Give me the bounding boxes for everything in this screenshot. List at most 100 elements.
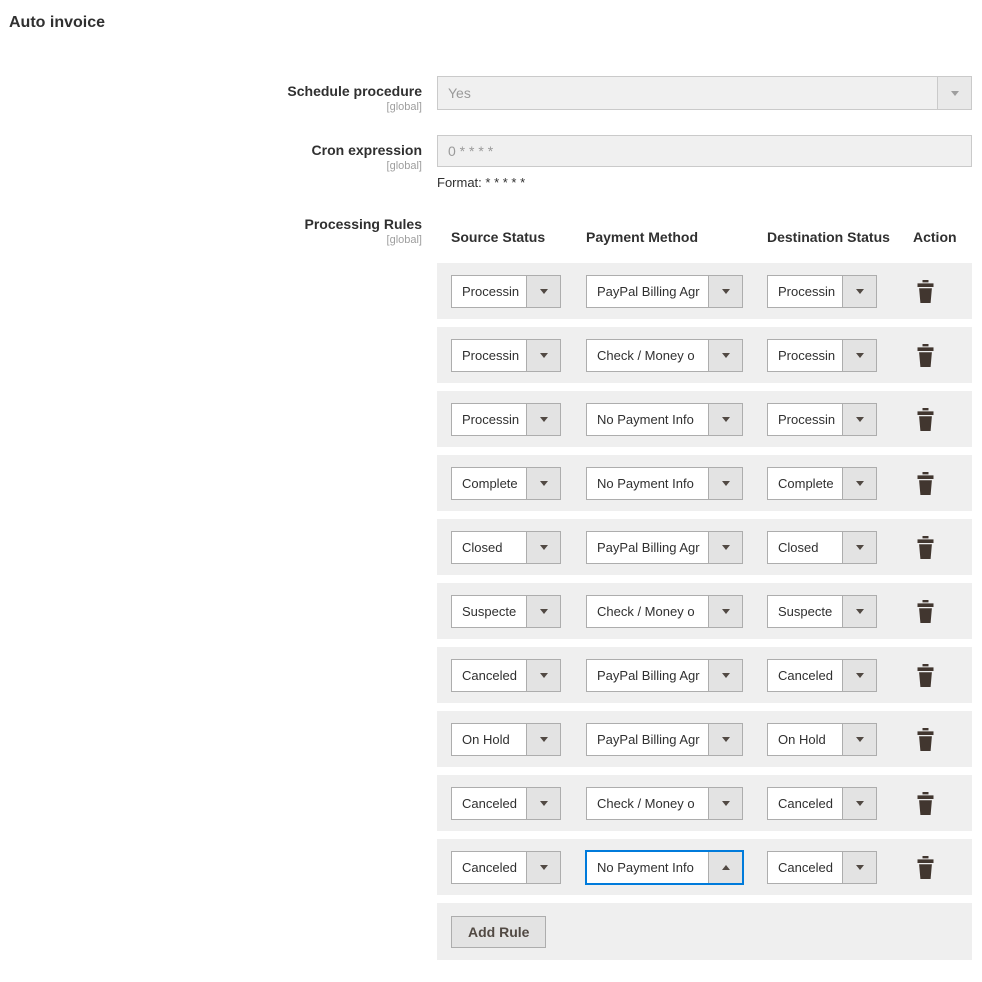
delete-rule-button[interactable]	[913, 407, 937, 431]
table-row: Canceled PayPal Billing Agr Canceled	[437, 647, 972, 703]
trash-icon	[916, 408, 935, 431]
payment-method-select[interactable]: PayPal Billing Agr	[586, 275, 743, 308]
chevron-down-icon	[526, 660, 560, 691]
payment-method-select-value: Check / Money o	[587, 340, 708, 371]
trash-icon	[916, 536, 935, 559]
schedule-procedure-select: Yes	[437, 76, 972, 110]
destination-status-select[interactable]: Suspecte	[767, 595, 877, 628]
chevron-down-icon	[526, 788, 560, 819]
payment-method-select[interactable]: Check / Money o	[586, 595, 743, 628]
schedule-procedure-row: Schedule procedure [global] Yes	[0, 76, 982, 114]
source-status-select-value: On Hold	[452, 724, 526, 755]
source-status-select[interactable]: Processin	[451, 403, 561, 436]
chevron-down-icon	[842, 340, 876, 371]
destination-status-select[interactable]: Canceled	[767, 851, 877, 884]
trash-icon	[916, 344, 935, 367]
payment-method-select[interactable]: PayPal Billing Agr	[586, 723, 743, 756]
payment-method-select[interactable]: No Payment Info	[586, 851, 743, 884]
destination-status-select[interactable]: Processin	[767, 275, 877, 308]
chevron-down-icon	[708, 340, 742, 371]
delete-rule-button[interactable]	[913, 791, 937, 815]
payment-method-select[interactable]: No Payment Info	[586, 467, 743, 500]
chevron-down-icon	[526, 724, 560, 755]
destination-status-select[interactable]: Canceled	[767, 659, 877, 692]
table-row: Canceled Check / Money o Canceled	[437, 775, 972, 831]
destination-status-select[interactable]: Processin	[767, 403, 877, 436]
scope-badge: [global]	[0, 159, 422, 173]
delete-rule-button[interactable]	[913, 727, 937, 751]
source-status-select[interactable]: Processin	[451, 275, 561, 308]
trash-icon	[916, 728, 935, 751]
source-status-select-value: Processin	[452, 276, 526, 307]
trash-icon	[916, 280, 935, 303]
payment-method-select[interactable]: Check / Money o	[586, 339, 743, 372]
chevron-down-icon	[708, 468, 742, 499]
table-row: Closed PayPal Billing Agr Closed	[437, 519, 972, 575]
source-status-select-value: Processin	[452, 340, 526, 371]
payment-method-select-value: PayPal Billing Agr	[587, 724, 708, 755]
chevron-down-icon	[526, 596, 560, 627]
payment-method-select[interactable]: PayPal Billing Agr	[586, 531, 743, 564]
cron-format-note: Format: * * * * *	[437, 175, 972, 190]
payment-method-select-value: Check / Money o	[587, 596, 708, 627]
destination-status-select[interactable]: Canceled	[767, 787, 877, 820]
destination-status-select[interactable]: Closed	[767, 531, 877, 564]
destination-status-select-value: Processin	[768, 404, 842, 435]
chevron-up-icon	[708, 852, 742, 883]
column-header-destination-status: Destination Status	[767, 229, 913, 245]
add-rule-button[interactable]: Add Rule	[451, 916, 546, 948]
payment-method-select-value: PayPal Billing Agr	[587, 532, 708, 563]
chevron-down-icon	[842, 404, 876, 435]
delete-rule-button[interactable]	[913, 279, 937, 303]
source-status-select[interactable]: On Hold	[451, 723, 561, 756]
destination-status-select[interactable]: Processin	[767, 339, 877, 372]
trash-icon	[916, 792, 935, 815]
payment-method-select[interactable]: No Payment Info	[586, 403, 743, 436]
chevron-down-icon	[708, 660, 742, 691]
source-status-select-value: Canceled	[452, 788, 526, 819]
delete-rule-button[interactable]	[913, 471, 937, 495]
chevron-down-icon	[842, 532, 876, 563]
table-row: Canceled No Payment Info Canceled	[437, 839, 972, 895]
delete-rule-button[interactable]	[913, 663, 937, 687]
delete-rule-button[interactable]	[913, 599, 937, 623]
processing-rules-row: Processing Rules [global] Source Status …	[0, 211, 982, 960]
chevron-down-icon	[842, 852, 876, 883]
delete-rule-button[interactable]	[913, 535, 937, 559]
source-status-select[interactable]: Processin	[451, 339, 561, 372]
column-header-action: Action	[913, 229, 972, 245]
table-row: On Hold PayPal Billing Agr On Hold	[437, 711, 972, 767]
table-header-row: Source Status Payment Method Destination…	[437, 211, 972, 263]
scope-badge: [global]	[0, 100, 422, 114]
cron-expression-row: Cron expression [global] Format: * * * *…	[0, 135, 982, 190]
table-row: Complete No Payment Info Complete	[437, 455, 972, 511]
scope-badge: [global]	[0, 233, 422, 247]
trash-icon	[916, 664, 935, 687]
destination-status-select-value: Closed	[768, 532, 842, 563]
table-footer-row: Add Rule	[437, 903, 972, 960]
destination-status-select[interactable]: Complete	[767, 467, 877, 500]
source-status-select[interactable]: Complete	[451, 467, 561, 500]
delete-rule-button[interactable]	[913, 855, 937, 879]
chevron-down-icon	[708, 788, 742, 819]
chevron-down-icon	[842, 596, 876, 627]
payment-method-select-value: No Payment Info	[587, 468, 708, 499]
payment-method-select[interactable]: PayPal Billing Agr	[586, 659, 743, 692]
source-status-select[interactable]: Canceled	[451, 659, 561, 692]
payment-method-select[interactable]: Check / Money o	[586, 787, 743, 820]
chevron-down-icon	[842, 276, 876, 307]
chevron-down-icon	[842, 468, 876, 499]
payment-method-select-value: PayPal Billing Agr	[587, 660, 708, 691]
source-status-select-value: Canceled	[452, 852, 526, 883]
source-status-select[interactable]: Canceled	[451, 851, 561, 884]
processing-rules-table: Source Status Payment Method Destination…	[437, 211, 972, 960]
source-status-select[interactable]: Suspecte	[451, 595, 561, 628]
source-status-select[interactable]: Closed	[451, 531, 561, 564]
destination-status-select[interactable]: On Hold	[767, 723, 877, 756]
chevron-down-icon	[526, 340, 560, 371]
trash-icon	[916, 472, 935, 495]
source-status-select[interactable]: Canceled	[451, 787, 561, 820]
column-header-payment-method: Payment Method	[586, 229, 767, 245]
delete-rule-button[interactable]	[913, 343, 937, 367]
chevron-down-icon	[842, 660, 876, 691]
